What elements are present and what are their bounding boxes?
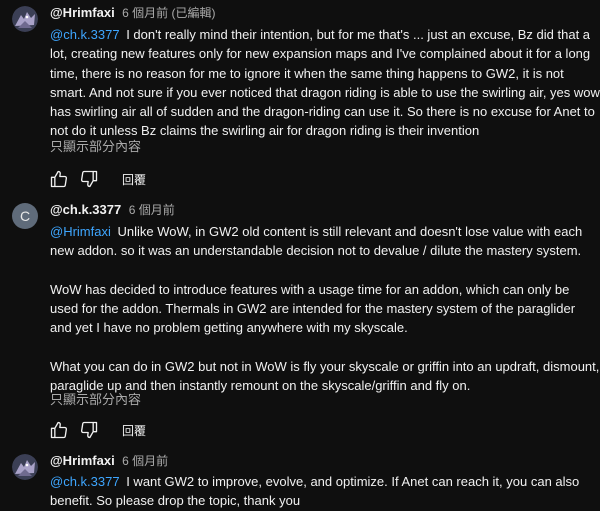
comment-header: @Hrimfaxi 6 個月前	[50, 452, 168, 470]
author-name[interactable]: @Hrimfaxi	[50, 5, 115, 20]
comment-body: I don't really mind their intention, but…	[50, 27, 600, 139]
dragon-avatar-icon	[12, 454, 38, 480]
show-less-link[interactable]: 只顯示部分內容	[50, 138, 141, 156]
thumbs-down-icon	[80, 170, 98, 188]
comment-text: @ch.k.3377 I want GW2 to improve, evolve…	[50, 472, 600, 511]
like-button[interactable]	[48, 419, 70, 441]
dislike-button[interactable]	[78, 419, 100, 441]
comment-time[interactable]: 6 個月前 (已編輯)	[122, 6, 215, 20]
thumbs-down-icon	[80, 421, 98, 439]
comment-header: @ch.k.3377 6 個月前	[50, 201, 175, 219]
avatar[interactable]	[12, 454, 38, 480]
show-less-link[interactable]: 只顯示部分內容	[50, 391, 141, 409]
avatar[interactable]: C	[12, 203, 38, 229]
reply-button[interactable]: 回覆	[122, 422, 146, 439]
mention-link[interactable]: @Hrimfaxi	[50, 224, 111, 239]
comment-time[interactable]: 6 個月前	[122, 454, 168, 468]
thumbs-up-icon	[50, 421, 68, 439]
comment-time[interactable]: 6 個月前	[129, 203, 175, 217]
reply-button[interactable]: 回覆	[122, 171, 146, 188]
like-button[interactable]	[48, 168, 70, 190]
comment-text: @ch.k.3377 I don't really mind their int…	[50, 25, 600, 141]
comment-body: Unlike WoW, in GW2 old content is still …	[50, 224, 600, 394]
author-name[interactable]: @ch.k.3377	[50, 202, 121, 217]
dislike-button[interactable]	[78, 168, 100, 190]
thumbs-up-icon	[50, 170, 68, 188]
comment-actions: 回覆	[48, 168, 146, 190]
avatar[interactable]	[12, 6, 38, 32]
comment-header: @Hrimfaxi 6 個月前 (已編輯)	[50, 4, 216, 22]
dragon-avatar-icon	[12, 6, 38, 32]
mention-link[interactable]: @ch.k.3377	[50, 474, 120, 489]
mention-link[interactable]: @ch.k.3377	[50, 27, 120, 42]
comment-text: @Hrimfaxi Unlike WoW, in GW2 old content…	[50, 222, 600, 396]
comment-actions: 回覆	[48, 419, 146, 441]
author-name[interactable]: @Hrimfaxi	[50, 453, 115, 468]
comment-body: I want GW2 to improve, evolve, and optim…	[50, 474, 580, 509]
